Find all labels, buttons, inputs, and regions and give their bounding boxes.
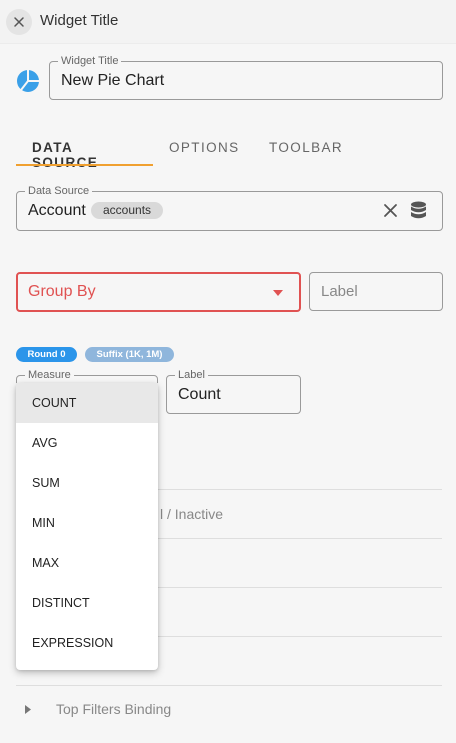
data-source-value: Account: [28, 202, 86, 219]
database-button[interactable]: [410, 201, 427, 225]
header-title: Widget Title: [40, 12, 119, 29]
top-filters-label: Top Filters Binding: [56, 701, 172, 717]
close-icon: [14, 17, 24, 27]
group-label-input[interactable]: Label: [309, 272, 443, 311]
data-source-field[interactable]: Data Source Account: [16, 185, 443, 231]
status-row-label: l / Inactive: [160, 506, 224, 522]
option-sum[interactable]: SUM: [16, 463, 158, 503]
divider: [16, 685, 442, 686]
chevron-down-icon: [273, 290, 283, 296]
widget-title-value: New Pie Chart: [61, 72, 165, 89]
tab-indicator: [16, 164, 153, 166]
group-by-placeholder: Group By: [28, 283, 96, 300]
suffix-badge[interactable]: Suffix (1K, 1M): [85, 347, 174, 362]
option-min[interactable]: MIN: [16, 503, 158, 543]
option-distinct[interactable]: DISTINCT: [16, 583, 158, 623]
option-count[interactable]: COUNT: [16, 383, 158, 423]
tab-options[interactable]: OPTIONS: [169, 130, 240, 166]
option-avg[interactable]: AVG: [16, 423, 158, 463]
caret-right-icon: [25, 705, 31, 714]
close-button[interactable]: [6, 9, 32, 35]
option-max[interactable]: MAX: [16, 543, 158, 583]
option-expression[interactable]: EXPRESSION: [16, 623, 158, 663]
tab-data-source[interactable]: DATA SOURCE: [32, 130, 98, 170]
widget-title-field[interactable]: Widget Title New Pie Chart: [49, 55, 443, 100]
close-icon: [384, 204, 397, 217]
group-by-select[interactable]: Group By: [16, 272, 301, 312]
measure-dropdown-menu: COUNT AVG SUM MIN MAX DISTINCT EXPRESSIO…: [16, 383, 158, 670]
measure-label-legend: Label: [175, 369, 208, 381]
panel-header: Widget Title: [0, 0, 456, 44]
tab-toolbar[interactable]: TOOLBAR: [269, 130, 343, 166]
group-label-placeholder: Label: [321, 283, 358, 300]
clear-data-source-button[interactable]: [383, 203, 398, 223]
measure-label-value: Count: [178, 386, 221, 403]
widget-title-legend: Widget Title: [58, 55, 122, 67]
data-source-chip: accounts: [91, 202, 164, 219]
database-icon: [411, 201, 426, 219]
top-filters-binding-row[interactable]: Top Filters Binding: [16, 696, 442, 724]
pie-chart-icon: [17, 70, 39, 92]
round-badge[interactable]: Round 0: [16, 347, 77, 362]
measure-label-field[interactable]: Label Count: [166, 369, 301, 414]
data-source-legend: Data Source: [25, 185, 93, 197]
measure-legend: Measure: [25, 369, 74, 381]
